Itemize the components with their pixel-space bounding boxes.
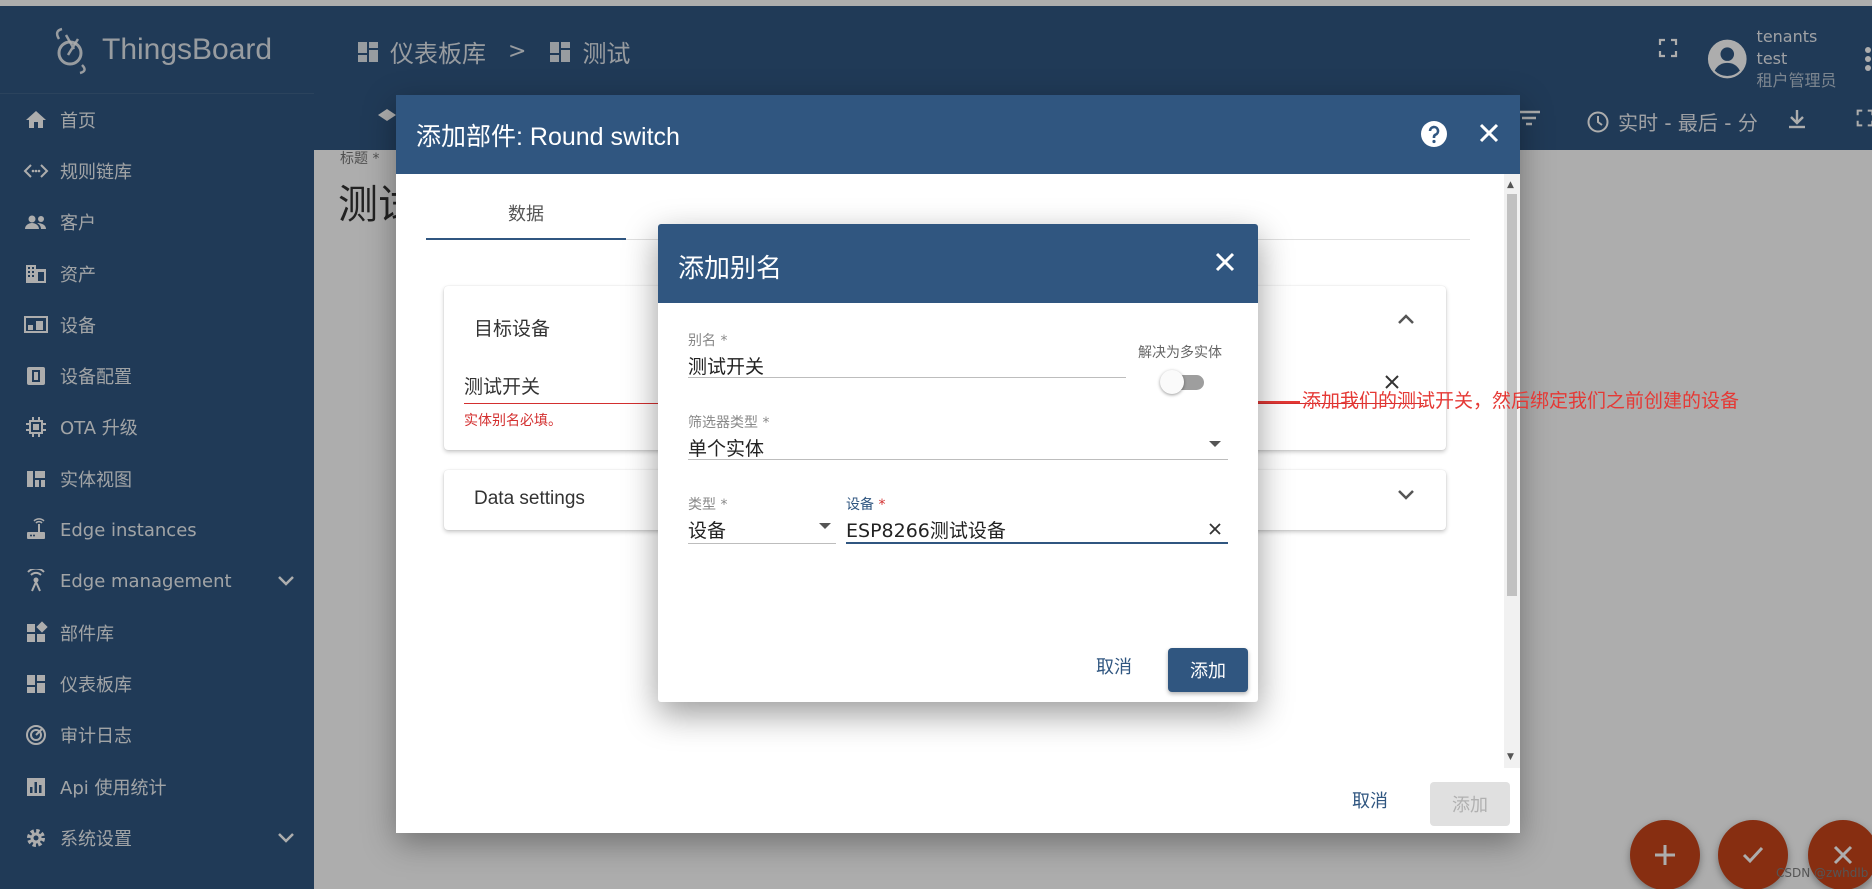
chevron-down-icon[interactable] (1396, 488, 1416, 502)
cancel-button[interactable]: 取消 (1330, 782, 1410, 818)
add-button[interactable]: 添加 (1168, 648, 1248, 692)
alias-value: 测试开关 (688, 356, 765, 378)
entity-type-value: 设备 (688, 520, 727, 542)
help-icon[interactable] (1420, 120, 1448, 148)
watermark: CSDN @zwhdlb (1776, 866, 1869, 880)
scroll-up-icon[interactable]: ▲ (1507, 180, 1514, 190)
entity-alias-error: 实体别名必填。 (464, 413, 562, 429)
resolve-multiple-toggle[interactable] (1160, 369, 1206, 395)
device-label-text: 设备 (846, 497, 874, 513)
alias-field[interactable]: 别名 * 测试开关 (688, 330, 1126, 378)
panel-title: 目标设备 (474, 318, 551, 340)
filter-type-label: 筛选器类型 * (688, 415, 770, 431)
annotation-text: 添加我们的测试开关，然后绑定我们之前创建的设备 (1302, 390, 1740, 412)
add-button[interactable]: 添加 (1430, 782, 1510, 826)
chevron-up-icon[interactable] (1396, 312, 1416, 326)
dialog-title: 添加部件: Round switch (416, 122, 680, 151)
dialog-actions: 取消 添加 (396, 768, 1520, 833)
clear-icon[interactable] (1208, 522, 1222, 536)
close-icon[interactable] (1214, 251, 1236, 273)
resolve-multiple-label: 解决为多实体 (1138, 345, 1222, 361)
dialog-title: 添加别名 (678, 254, 783, 284)
filter-type-select[interactable]: 筛选器类型 * 单个实体 (688, 412, 1228, 460)
close-icon[interactable] (1478, 122, 1500, 144)
tab-data[interactable]: 数据 (426, 200, 626, 240)
entity-type-select[interactable]: 类型 * 设备 (688, 494, 836, 544)
panel-title: Data settings (474, 488, 585, 509)
filter-type-value: 单个实体 (688, 438, 765, 460)
cancel-button[interactable]: 取消 (1084, 648, 1144, 684)
dropdown-arrow-icon (818, 522, 832, 530)
device-autocomplete[interactable]: 设备 * ESP8266测试设备 (846, 494, 1228, 544)
device-label: 设备 * (846, 494, 1228, 514)
dropdown-arrow-icon (1208, 440, 1222, 448)
required-marker: * (878, 497, 886, 513)
device-value: ESP8266测试设备 (846, 520, 1006, 542)
alias-label: 别名 * (688, 333, 728, 349)
scroll-down-icon[interactable]: ▼ (1507, 752, 1514, 762)
entity-alias-value: 测试开关 (464, 376, 541, 398)
dialog-header: 添加别名 (658, 224, 1258, 303)
scrollbar[interactable]: ▲ ▼ (1504, 174, 1520, 768)
toggle-knob (1160, 370, 1184, 394)
entity-type-label: 类型 * (688, 497, 728, 513)
add-alias-dialog: 添加别名 别名 * 测试开关 解决为多实体 筛选器类型 * 单个实体 类型 * … (658, 224, 1258, 702)
dialog-header: 添加部件: Round switch (396, 95, 1520, 174)
